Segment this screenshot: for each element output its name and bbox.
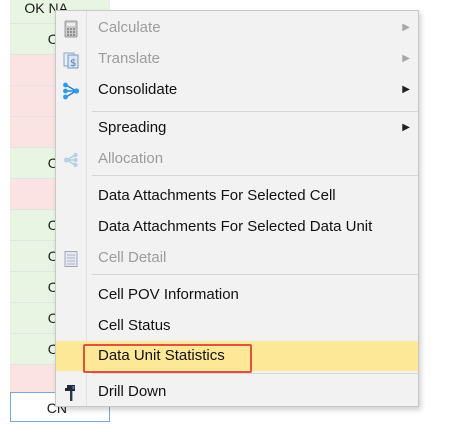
calculator-icon xyxy=(62,19,80,38)
menu-item-cell-pov-information[interactable]: Cell POV Information xyxy=(56,280,418,310)
menu-item-label: Allocation xyxy=(98,150,164,167)
submenu-arrow-icon: ▶ xyxy=(402,53,410,64)
highlight-callout-box xyxy=(83,344,252,373)
menu-item-label: Data Attachments For Selected Cell xyxy=(98,187,336,204)
menu-separator xyxy=(92,274,418,275)
translate-icon: $ xyxy=(62,50,80,69)
menu-item-calculate[interactable]: Calculate ▶ xyxy=(56,13,418,43)
menu-item-cell-status[interactable]: Cell Status xyxy=(56,311,418,341)
menu-item-translate[interactable]: $ Translate ▶ xyxy=(56,44,418,74)
menu-item-consolidate[interactable]: Consolidate ▶ xyxy=(56,75,418,105)
submenu-arrow-icon: ▶ xyxy=(402,22,410,33)
drill-down-icon xyxy=(62,383,80,401)
menu-item-label: Drill Down xyxy=(98,383,167,400)
menu-item-label: Calculate xyxy=(98,19,161,36)
menu-item-data-attachments-data-unit[interactable]: Data Attachments For Selected Data Unit xyxy=(56,212,418,242)
menu-item-drill-down[interactable]: Drill Down xyxy=(56,377,418,407)
menu-item-data-attachments-cell[interactable]: Data Attachments For Selected Cell xyxy=(56,181,418,211)
menu-separator xyxy=(92,111,418,112)
menu-item-label: Cell POV Information xyxy=(98,286,239,303)
menu-item-label: Data Attachments For Selected Data Unit xyxy=(98,218,373,235)
menu-item-cell-detail[interactable]: Cell Detail xyxy=(56,243,418,273)
menu-separator xyxy=(92,373,418,374)
submenu-arrow-icon: ▶ xyxy=(402,84,410,95)
menu-item-label: Cell Detail xyxy=(98,249,167,266)
submenu-arrow-icon: ▶ xyxy=(402,122,410,133)
menu-item-allocation[interactable]: Allocation xyxy=(56,144,418,174)
menu-item-label: Translate xyxy=(98,50,160,67)
menu-item-spreading[interactable]: Spreading ▶ xyxy=(56,113,418,143)
menu-item-label: Cell Status xyxy=(98,317,171,334)
allocation-icon xyxy=(62,150,80,168)
menu-item-label: Consolidate xyxy=(98,81,178,98)
menu-item-label: Spreading xyxy=(98,119,167,136)
consolidate-icon xyxy=(62,81,80,100)
menu-separator xyxy=(92,175,418,176)
svg-text:$: $ xyxy=(70,58,76,69)
cell-detail-icon xyxy=(62,249,80,267)
